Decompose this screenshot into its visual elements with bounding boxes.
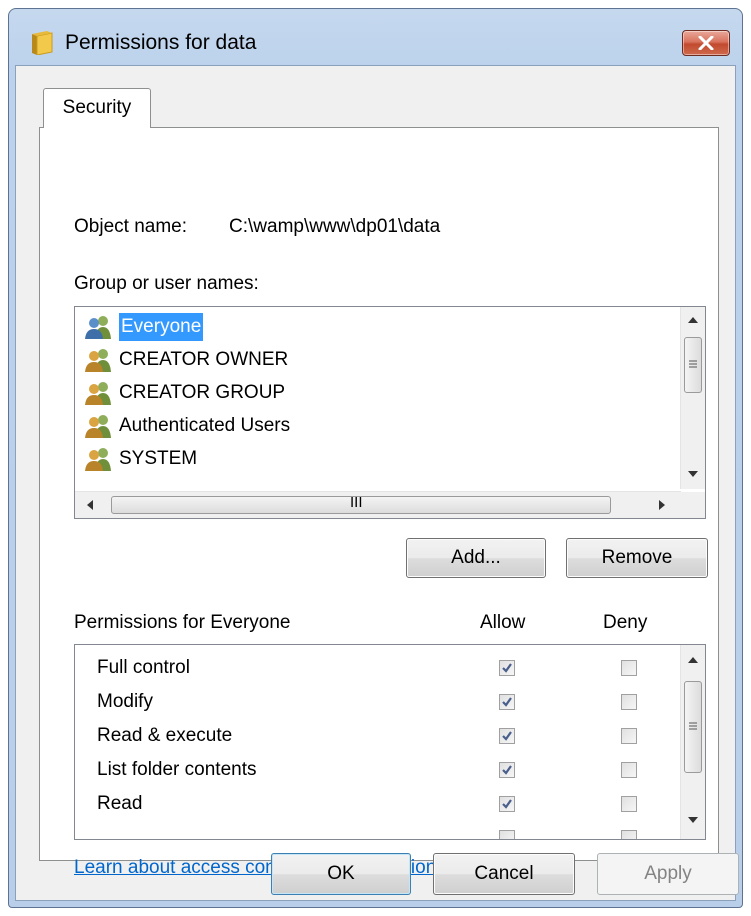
group-list-horizontal-scrollbar[interactable]: III bbox=[75, 491, 681, 518]
users-icon bbox=[85, 415, 111, 438]
allow-checkbox[interactable] bbox=[499, 728, 515, 744]
allow-checkbox[interactable] bbox=[499, 796, 515, 812]
allow-checkbox[interactable] bbox=[499, 762, 515, 778]
permission-row-full-control: Full control bbox=[75, 651, 679, 687]
checkmark-icon bbox=[502, 799, 512, 809]
scroll-up-arrow-icon[interactable] bbox=[688, 317, 698, 323]
permission-label: Read bbox=[97, 793, 143, 814]
permission-row-list-folder-contents: List folder contents bbox=[75, 753, 679, 789]
list-item-everyone[interactable]: Everyone bbox=[83, 311, 693, 343]
allow-column-header: Allow bbox=[480, 612, 526, 633]
permission-row-modify: Modify bbox=[75, 685, 679, 721]
permission-row-partial bbox=[75, 821, 679, 839]
permission-row-read: Read bbox=[75, 787, 679, 823]
users-icon bbox=[85, 448, 111, 471]
list-item-creator-owner[interactable]: CREATOR OWNER bbox=[83, 344, 693, 376]
deny-checkbox[interactable] bbox=[621, 728, 637, 744]
scroll-corner bbox=[681, 492, 705, 518]
checkmark-icon bbox=[502, 697, 512, 707]
list-item-label: Authenticated Users bbox=[119, 415, 291, 436]
list-item-label: SYSTEM bbox=[119, 448, 198, 469]
scroll-right-arrow-icon[interactable] bbox=[659, 500, 665, 510]
group-names-label: Group or user names: bbox=[74, 273, 259, 294]
scroll-up-arrow-icon[interactable] bbox=[688, 657, 698, 663]
permissions-list: Full control Modify Read & execute List … bbox=[74, 644, 706, 840]
allow-checkbox[interactable] bbox=[499, 660, 515, 676]
window-title: Permissions for data bbox=[65, 31, 257, 54]
permissions-window: Permissions for data Security Object nam… bbox=[8, 8, 743, 908]
deny-column-header: Deny bbox=[603, 612, 648, 633]
permissions-vertical-scrollbar[interactable] bbox=[680, 645, 705, 839]
scroll-down-arrow-icon[interactable] bbox=[688, 817, 698, 823]
users-icon bbox=[85, 382, 111, 405]
permissions-header: Permissions for Everyone bbox=[74, 612, 291, 633]
grip-icon bbox=[689, 722, 697, 730]
tab-security[interactable]: Security bbox=[43, 88, 151, 128]
scroll-grip: III bbox=[350, 494, 363, 511]
remove-button[interactable]: Remove bbox=[566, 538, 708, 578]
list-item-system[interactable]: SYSTEM bbox=[83, 443, 693, 475]
permission-label: Full control bbox=[97, 657, 190, 678]
object-name-value: C:\wamp\www\dp01\data bbox=[229, 216, 441, 237]
deny-checkbox[interactable] bbox=[621, 694, 637, 710]
list-item-creator-group[interactable]: CREATOR GROUP bbox=[83, 377, 693, 409]
checkmark-icon bbox=[502, 765, 512, 775]
permission-label: Modify bbox=[97, 691, 153, 712]
scroll-left-arrow-icon[interactable] bbox=[87, 500, 93, 510]
security-tab-panel: Object name: C:\wamp\www\dp01\data Group… bbox=[39, 127, 719, 878]
list-item-label: CREATOR OWNER bbox=[119, 349, 289, 370]
vertical-scroll-thumb[interactable] bbox=[684, 337, 702, 393]
vertical-scroll-thumb[interactable] bbox=[684, 681, 702, 773]
list-item-label: CREATOR GROUP bbox=[119, 382, 286, 403]
apply-button[interactable]: Apply bbox=[597, 853, 739, 895]
deny-checkbox[interactable] bbox=[621, 762, 637, 778]
checkmark-icon bbox=[502, 731, 512, 741]
grip-icon bbox=[689, 360, 697, 368]
add-button[interactable]: Add... bbox=[406, 538, 546, 578]
close-icon bbox=[698, 36, 714, 50]
allow-checkbox[interactable] bbox=[499, 830, 515, 839]
allow-checkbox[interactable] bbox=[499, 694, 515, 710]
permission-label: List folder contents bbox=[97, 759, 257, 780]
dialog-client-area: Security Object name: C:\wamp\www\dp01\d… bbox=[15, 65, 739, 901]
folder-icon bbox=[32, 31, 53, 55]
permission-row-read-execute: Read & execute bbox=[75, 719, 679, 755]
group-user-list[interactable]: Everyone CREATOR OWNER CREATOR GROUP Aut… bbox=[74, 306, 706, 519]
group-list-vertical-scrollbar[interactable] bbox=[680, 307, 705, 489]
deny-checkbox[interactable] bbox=[621, 830, 637, 839]
ok-button[interactable]: OK bbox=[271, 853, 411, 895]
checkmark-icon bbox=[502, 663, 512, 673]
close-button[interactable] bbox=[682, 30, 730, 56]
list-item-label: Everyone bbox=[119, 313, 204, 341]
object-name-label: Object name: bbox=[74, 216, 187, 237]
scroll-down-arrow-icon[interactable] bbox=[688, 471, 698, 477]
cancel-button[interactable]: Cancel bbox=[433, 853, 575, 895]
horizontal-scroll-thumb[interactable]: III bbox=[111, 494, 611, 514]
list-item-authenticated-users[interactable]: Authenticated Users bbox=[83, 410, 693, 442]
users-icon bbox=[85, 316, 111, 339]
users-icon bbox=[85, 349, 111, 372]
permission-label: Read & execute bbox=[97, 725, 233, 746]
deny-checkbox[interactable] bbox=[621, 660, 637, 676]
deny-checkbox[interactable] bbox=[621, 796, 637, 812]
title-bar[interactable]: Permissions for data bbox=[9, 9, 742, 65]
